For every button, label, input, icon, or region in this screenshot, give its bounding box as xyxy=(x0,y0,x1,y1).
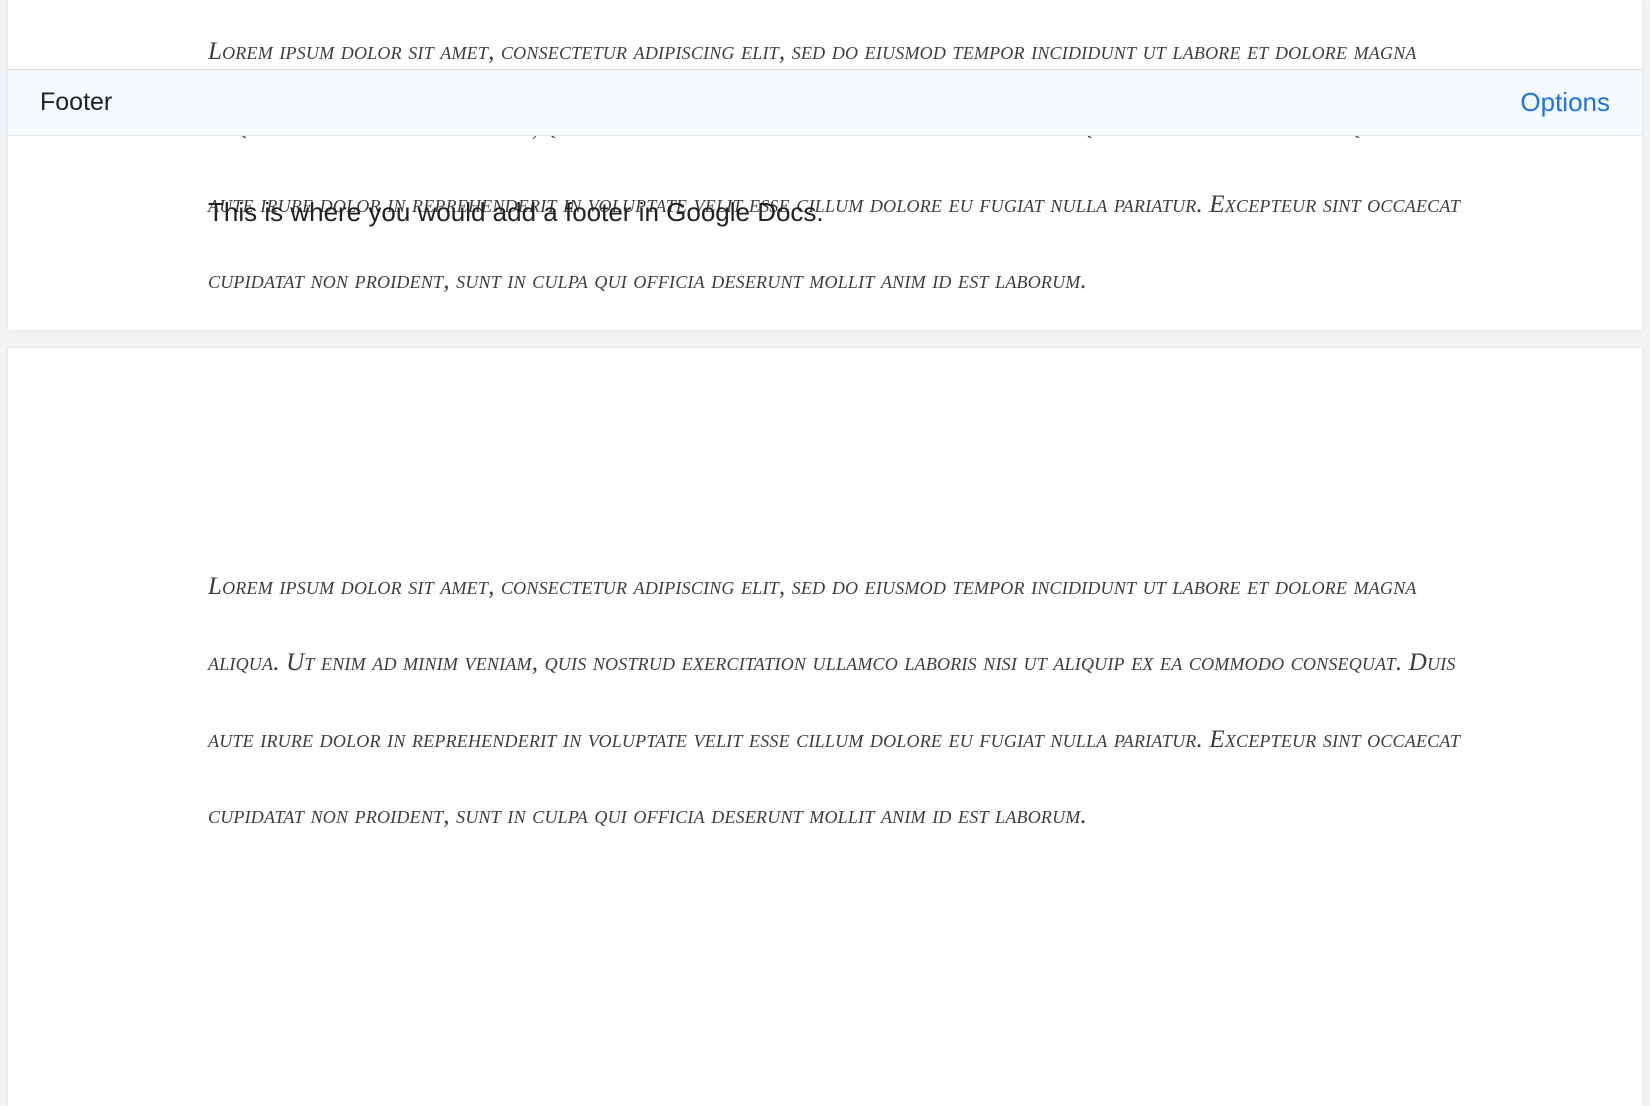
footer-options-link[interactable]: Options xyxy=(1520,87,1610,118)
document-page-1: Lorem ipsum dolor sit amet, consectetur … xyxy=(8,0,1642,330)
page-2-body-text[interactable]: Lorem ipsum dolor sit amet, consectetur … xyxy=(8,348,1642,854)
footer-region: Footer Options This is where you would a… xyxy=(8,69,1642,330)
document-page-2: Lorem ipsum dolor sit amet, consectetur … xyxy=(8,348,1642,1106)
footer-header-bar: Footer Options xyxy=(8,70,1642,136)
footer-label: Footer xyxy=(40,88,112,117)
footer-content-text[interactable]: This is where you would add a footer in … xyxy=(8,136,1642,234)
